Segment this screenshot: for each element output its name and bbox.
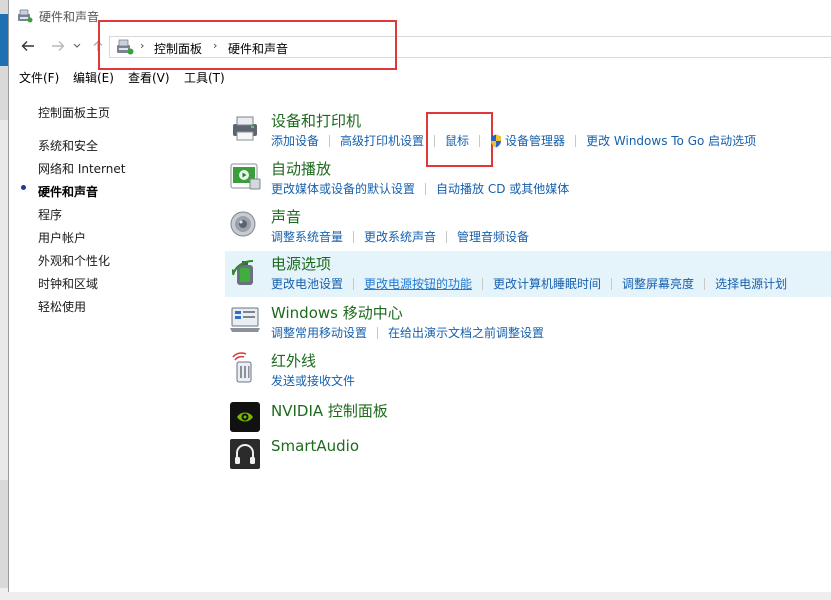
link-divider (704, 278, 706, 290)
nav-user-accounts[interactable]: 用户帐户 (38, 229, 86, 246)
nav-programs[interactable]: 程序 (38, 206, 62, 223)
menu-bar: 文件(F) 编辑(E) 查看(V) 工具(T) (9, 66, 831, 88)
link-divider (479, 135, 481, 147)
link-divider (611, 278, 613, 290)
link-add-device[interactable]: 添加设备 (271, 134, 319, 148)
link-autoplay-cd[interactable]: 自动播放 CD 或其他媒体 (436, 182, 569, 196)
link-divider (377, 327, 379, 339)
section-title[interactable]: SmartAudio (271, 437, 359, 455)
link-screen-brightness[interactable]: 调整屏幕亮度 (622, 277, 694, 291)
uac-shield-icon (491, 134, 502, 148)
chevron-down-icon (73, 43, 81, 48)
link-divider (329, 135, 331, 147)
link-device-manager[interactable]: 设备管理器 (505, 134, 565, 148)
section-autoplay: 自动播放 更改媒体或设备的默认设置 自动播放 CD 或其他媒体 (225, 156, 831, 202)
menu-edit[interactable]: 编辑(E) (73, 69, 114, 86)
section-smartaudio: SmartAudio (225, 434, 831, 470)
back-button[interactable] (19, 37, 37, 55)
autoplay-icon (230, 163, 261, 190)
link-adjust-mobility-settings[interactable]: 调整常用移动设置 (271, 326, 367, 340)
background-window-strip (0, 14, 8, 66)
section-power-options: 电源选项 更改电池设置 更改电源按钮的功能 更改计算机睡眠时间 调整屏幕亮度 选择电源计… (225, 251, 831, 297)
annotation-box-address (98, 20, 397, 70)
back-arrow-icon (21, 41, 34, 51)
current-item-bullet-icon (21, 185, 26, 190)
link-change-default-media[interactable]: 更改媒体或设备的默认设置 (271, 182, 415, 196)
menu-view[interactable]: 查看(V) (128, 69, 170, 86)
link-manage-audio-devices[interactable]: 管理音频设备 (457, 230, 529, 244)
nav-clock-region[interactable]: 时钟和区域 (38, 275, 98, 292)
link-windows-to-go[interactable]: 更改 Windows To Go 启动选项 (586, 134, 756, 148)
link-power-button-function[interactable]: 更改电源按钮的功能 (364, 277, 472, 291)
link-divider (425, 183, 427, 195)
section-nvidia: NVIDIA 控制面板 (225, 397, 831, 433)
link-change-system-sounds[interactable]: 更改系统声音 (364, 230, 436, 244)
section-mobility-center: Windows 移动中心 调整常用移动设置 在给出演示文档之前调整设置 (225, 300, 831, 346)
nav-hardware-sound[interactable]: 硬件和声音 (38, 183, 98, 200)
window-title: 硬件和声音 (39, 10, 100, 24)
recent-locations-button[interactable] (71, 37, 83, 55)
section-title[interactable]: Windows 移动中心 (271, 302, 403, 323)
link-advanced-printer-setup[interactable]: 高级打印机设置 (340, 134, 424, 148)
link-change-battery-settings[interactable]: 更改电池设置 (271, 277, 343, 291)
nav-ease-of-access[interactable]: 轻松使用 (38, 298, 86, 315)
section-links: 调整常用移动设置 在给出演示文档之前调整设置 (271, 324, 544, 341)
nvidia-icon (230, 402, 260, 432)
link-divider (434, 135, 436, 147)
section-title[interactable]: 红外线 (271, 350, 316, 371)
forward-button[interactable] (49, 37, 67, 55)
link-adjust-volume[interactable]: 调整系统音量 (271, 230, 343, 244)
section-sound: 声音 调整系统音量 更改系统声音 管理音频设备 (225, 204, 831, 250)
menu-file[interactable]: 文件(F) (19, 69, 59, 86)
section-infrared: 红外线 发送或接收文件 (225, 348, 831, 394)
section-devices-printers: 设备和打印机 添加设备 高级打印机设置 鼠标 设备管理器 更改 Windows To G… (225, 108, 831, 154)
control-panel-app-icon (18, 9, 33, 23)
nav-appearance[interactable]: 外观和个性化 (38, 252, 110, 269)
mobility-center-icon (230, 307, 260, 332)
section-links: 更改电池设置 更改电源按钮的功能 更改计算机睡眠时间 调整屏幕亮度 选择电源计划 (271, 275, 787, 292)
control-panel-window: 硬件和声音 › 控制面板 › 硬件和声音 文件(F) 编辑(E) 查看(V) 工… (8, 0, 831, 592)
link-presentation-settings[interactable]: 在给出演示文档之前调整设置 (388, 326, 544, 340)
section-title[interactable]: 设备和打印机 (271, 110, 361, 131)
forward-arrow-icon (52, 41, 65, 51)
section-title[interactable]: 声音 (271, 206, 301, 227)
link-mouse[interactable]: 鼠标 (445, 134, 469, 148)
nav-control-panel-home[interactable]: 控制面板主页 (38, 104, 110, 121)
link-sleep-time[interactable]: 更改计算机睡眠时间 (493, 277, 601, 291)
link-divider (575, 135, 577, 147)
nav-system-security[interactable]: 系统和安全 (38, 137, 98, 154)
section-links: 添加设备 高级打印机设置 鼠标 设备管理器 更改 Windows To Go 启动选项 (271, 132, 756, 149)
infrared-icon (232, 352, 252, 383)
link-divider (482, 278, 484, 290)
link-send-receive-files[interactable]: 发送或接收文件 (271, 374, 355, 388)
link-divider (353, 231, 355, 243)
printer-icon (233, 116, 257, 141)
background-window-strip-2 (0, 120, 8, 480)
section-title[interactable]: 自动播放 (271, 158, 331, 179)
menu-tools[interactable]: 工具(T) (184, 69, 225, 86)
power-icon (232, 260, 254, 285)
link-divider (446, 231, 448, 243)
link-power-plan[interactable]: 选择电源计划 (715, 277, 787, 291)
link-divider (353, 278, 355, 290)
section-title[interactable]: NVIDIA 控制面板 (271, 400, 388, 421)
section-title[interactable]: 电源选项 (271, 253, 331, 274)
nav-network-internet[interactable]: 网络和 Internet (38, 160, 125, 177)
section-links: 调整系统音量 更改系统声音 管理音频设备 (271, 228, 529, 245)
smartaudio-icon (230, 439, 260, 469)
speaker-icon (230, 211, 256, 237)
section-links: 更改媒体或设备的默认设置 自动播放 CD 或其他媒体 (271, 180, 569, 197)
section-links: 发送或接收文件 (271, 372, 355, 389)
desktop-background (0, 0, 8, 600)
